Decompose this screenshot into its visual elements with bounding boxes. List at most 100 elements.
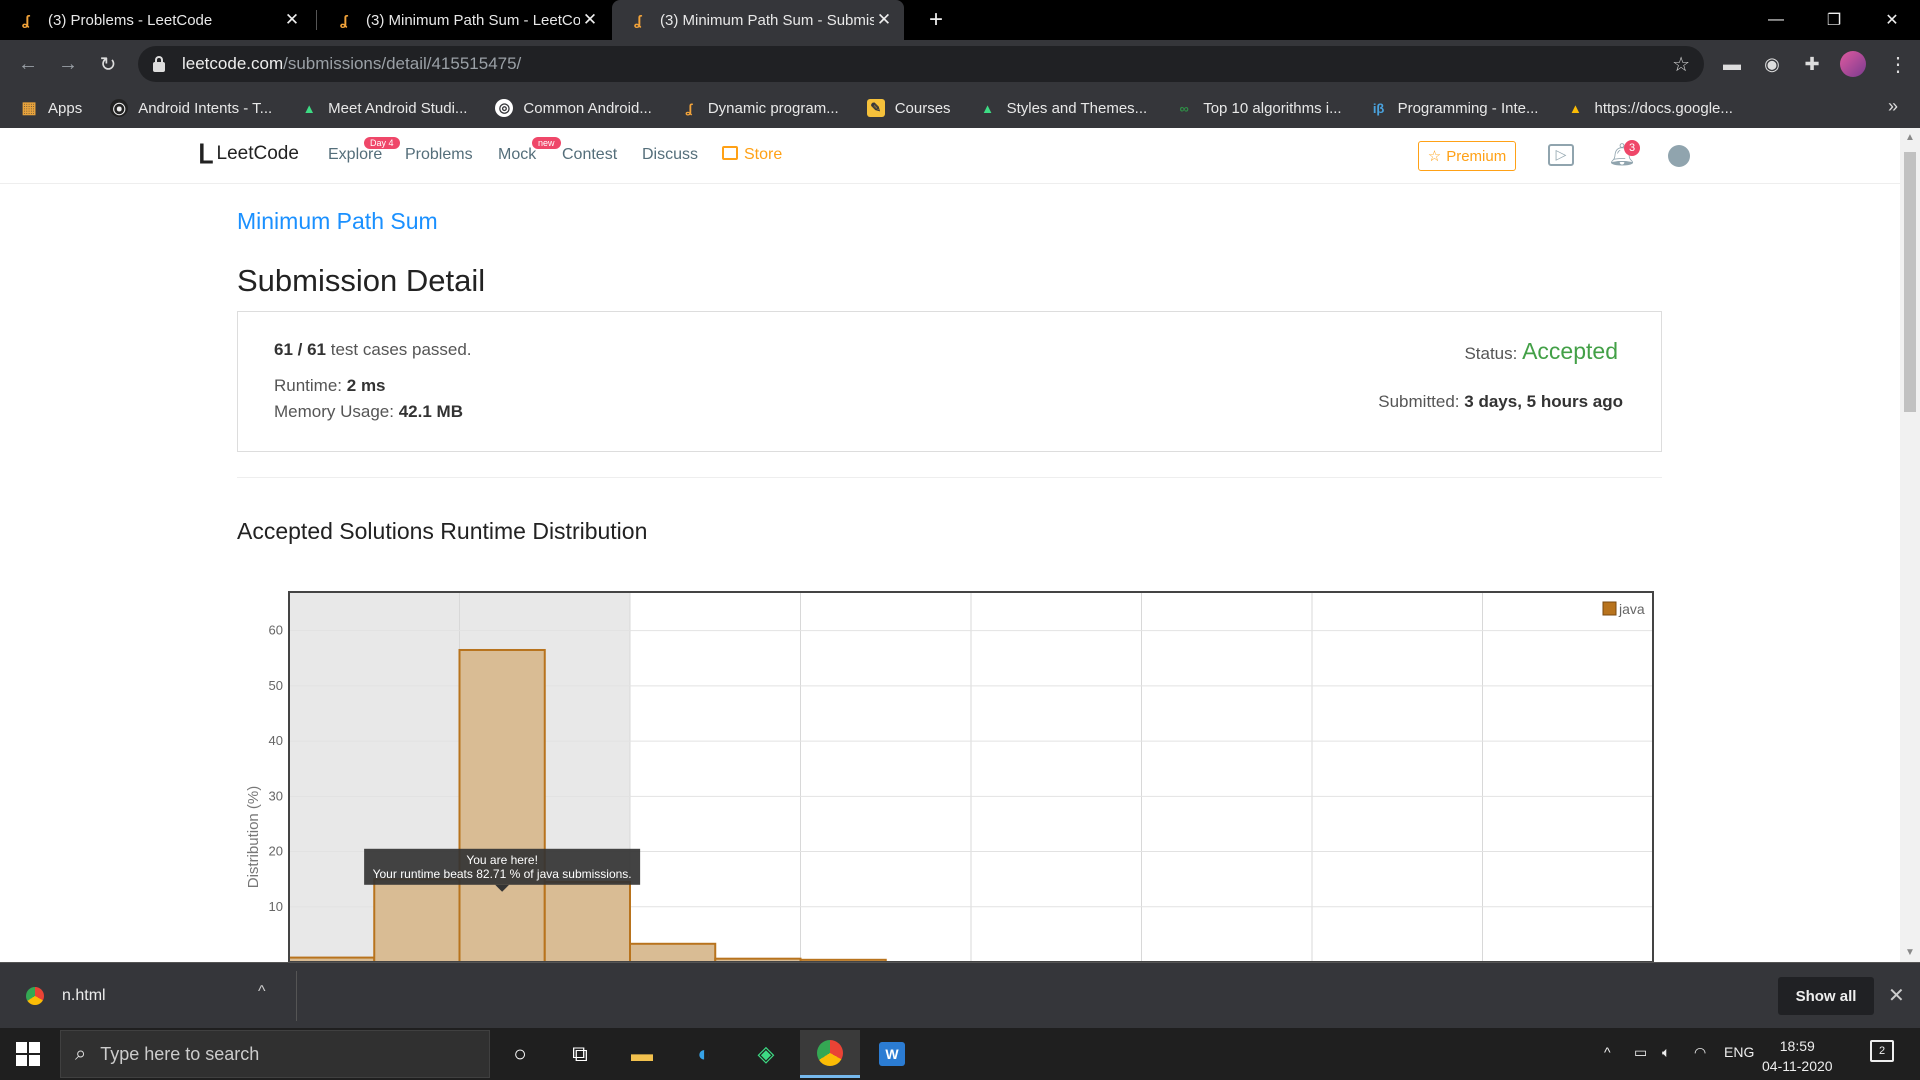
nav-store[interactable]: Store: [722, 146, 782, 164]
cortana-icon[interactable]: ○: [490, 1030, 550, 1078]
forward-icon[interactable]: →: [54, 50, 82, 78]
extension-dots-icon[interactable]: ▬: [1720, 52, 1744, 76]
taskbar-search-input[interactable]: ⌕ Type here to search: [60, 1030, 490, 1078]
download-file-name[interactable]: n.html: [62, 987, 106, 1005]
task-view-icon[interactable]: ⧉: [550, 1030, 610, 1078]
chrome-taskbar-icon[interactable]: [800, 1030, 860, 1078]
bookmark-top-10-algorithms[interactable]: ∞ Top 10 algorithms i...: [1175, 99, 1342, 117]
bookmark-styles-themes[interactable]: ▲ Styles and Themes...: [979, 99, 1147, 117]
close-downloads-icon[interactable]: ✕: [1888, 983, 1905, 1008]
passed-count: 61 / 61: [274, 340, 326, 359]
restore-icon[interactable]: ❐: [1806, 0, 1862, 40]
tab-problems[interactable]: ʆ (3) Problems - LeetCode ✕: [0, 0, 312, 40]
logo-text: LeetCode: [216, 143, 299, 164]
taskbar-clock[interactable]: 18:59 04-11-2020: [1762, 1036, 1833, 1076]
page-scrollbar[interactable]: ▲ ▼: [1900, 128, 1920, 962]
kebab-menu-icon[interactable]: ⋮: [1888, 52, 1908, 77]
user-avatar-icon[interactable]: [1668, 145, 1690, 167]
bookmark-courses[interactable]: ✎ Courses: [866, 99, 951, 117]
y-tick-label: 30: [269, 788, 283, 803]
android-studio-icon[interactable]: ◈: [736, 1030, 796, 1078]
problem-title-link[interactable]: Minimum Path Sum: [237, 208, 438, 235]
wifi-icon[interactable]: ◠: [1694, 1044, 1706, 1061]
action-center-icon[interactable]: 2: [1870, 1040, 1894, 1062]
volume-icon[interactable]: 🔈︎: [1662, 1044, 1670, 1061]
file-explorer-icon[interactable]: ▬: [612, 1030, 672, 1078]
bookmark-programming-interview[interactable]: iβ Programming - Inte...: [1370, 99, 1539, 117]
nav-contest[interactable]: Contest: [562, 146, 617, 164]
runtime-value: 2 ms: [346, 376, 386, 395]
geeksforgeeks-icon: ∞: [1179, 100, 1189, 116]
bookmark-meet-android-studio[interactable]: ▲ Meet Android Studi...: [300, 99, 468, 117]
action-center-count: 2: [1878, 1045, 1886, 1057]
chevron-up-icon[interactable]: ^: [258, 983, 266, 1001]
battery-icon[interactable]: ▭: [1634, 1044, 1647, 1061]
window-close-icon[interactable]: ✕: [1864, 0, 1920, 40]
url-host: leetcode.com: [182, 54, 284, 73]
word-app-icon[interactable]: W: [862, 1030, 922, 1078]
runtime-distribution-chart: 1020304050600246810121416Distribution (%…: [245, 591, 1654, 962]
tab-title: (3) Minimum Path Sum - LeetCod: [366, 11, 580, 29]
bookmark-android-intents[interactable]: ⦿ Android Intents - T...: [110, 99, 272, 117]
downloads-bar: n.html ^ Show all ✕: [0, 962, 1920, 1028]
close-tab-icon[interactable]: ✕: [580, 10, 600, 30]
y-tick-label: 10: [269, 899, 283, 914]
pencil-icon: ✎: [866, 99, 885, 117]
nav-mock[interactable]: Mock: [498, 146, 536, 164]
close-tab-icon[interactable]: ✕: [282, 10, 302, 30]
memory-value: 42.1 MB: [398, 402, 463, 421]
scroll-up-icon[interactable]: ▲: [1905, 132, 1915, 143]
new-tab-icon[interactable]: +: [922, 6, 950, 34]
close-tab-icon[interactable]: ✕: [874, 10, 894, 30]
bookmark-star-icon[interactable]: ☆: [1672, 52, 1690, 77]
bookmark-apps[interactable]: ▦ Apps: [20, 99, 82, 118]
bookmark-google-docs[interactable]: ▲ https://docs.google...: [1566, 99, 1733, 117]
tab-strip: ʆ (3) Problems - LeetCode ✕ ʆ (3) Minimu…: [0, 0, 1920, 40]
address-bar[interactable]: leetcode.com /submissions/detail/4155154…: [138, 46, 1704, 82]
status-label: Status:: [1464, 344, 1518, 363]
bookmarks-overflow-icon[interactable]: »: [1888, 96, 1898, 117]
playground-icon[interactable]: ▷: [1548, 144, 1574, 166]
y-tick-label: 20: [269, 844, 283, 859]
status-value: Accepted: [1522, 338, 1618, 364]
premium-label: Premium: [1446, 147, 1507, 165]
store-icon: [722, 146, 738, 160]
globe-icon[interactable]: ◉: [1760, 52, 1784, 76]
edge-icon[interactable]: ◐: [674, 1030, 734, 1078]
search-placeholder: Type here to search: [100, 1043, 260, 1064]
bookmark-dynamic-programming[interactable]: ʆ Dynamic program...: [680, 99, 838, 117]
submitted-value: 3 days, 5 hours ago: [1464, 392, 1623, 411]
profile-avatar[interactable]: [1840, 51, 1866, 77]
back-icon[interactable]: ←: [14, 50, 42, 78]
tab-submission-detail[interactable]: ʆ (3) Minimum Path Sum - Submiss ✕: [612, 0, 904, 40]
minimize-icon[interactable]: —: [1748, 0, 1804, 40]
google-drive-icon: ▲: [1569, 100, 1582, 116]
histogram-bar: [458, 648, 546, 962]
scroll-thumb[interactable]: [1904, 152, 1916, 412]
lock-icon[interactable]: [152, 56, 166, 72]
nav-problems[interactable]: Problems: [405, 146, 473, 164]
tab-minimum-path-sum[interactable]: ʆ (3) Minimum Path Sum - LeetCod ✕: [318, 0, 610, 40]
reload-icon[interactable]: ↻: [94, 50, 122, 78]
leetcode-logo[interactable]: ᒪ LeetCode: [198, 141, 299, 167]
android-icon: ▲: [981, 100, 994, 116]
y-axis-label: Distribution (%): [245, 786, 262, 889]
leetcode-logo-icon: ᒪ: [198, 139, 213, 169]
language-indicator[interactable]: ENG: [1724, 1044, 1754, 1060]
show-all-button[interactable]: Show all: [1778, 977, 1874, 1015]
tray-overflow-icon[interactable]: ^: [1604, 1044, 1611, 1060]
y-tick-label: 50: [269, 678, 283, 693]
premium-button[interactable]: ☆ Premium: [1418, 141, 1516, 171]
legend-label: java: [1618, 601, 1645, 617]
submitted-label: Submitted:: [1378, 392, 1460, 411]
scroll-down-icon[interactable]: ▼: [1905, 947, 1915, 958]
nav-discuss[interactable]: Discuss: [642, 146, 698, 164]
bookmark-common-android[interactable]: ◎ Common Android...: [495, 99, 652, 117]
windows-start-icon[interactable]: [16, 1042, 40, 1066]
status-line: Status: Accepted: [1464, 338, 1618, 365]
puzzle-extensions-icon[interactable]: ✚: [1800, 52, 1824, 76]
page-title: Submission Detail: [237, 263, 486, 298]
divider: [237, 477, 1662, 478]
tab-title: (3) Minimum Path Sum - Submiss: [660, 11, 874, 29]
submitted-line: Submitted: 3 days, 5 hours ago: [1378, 392, 1623, 412]
